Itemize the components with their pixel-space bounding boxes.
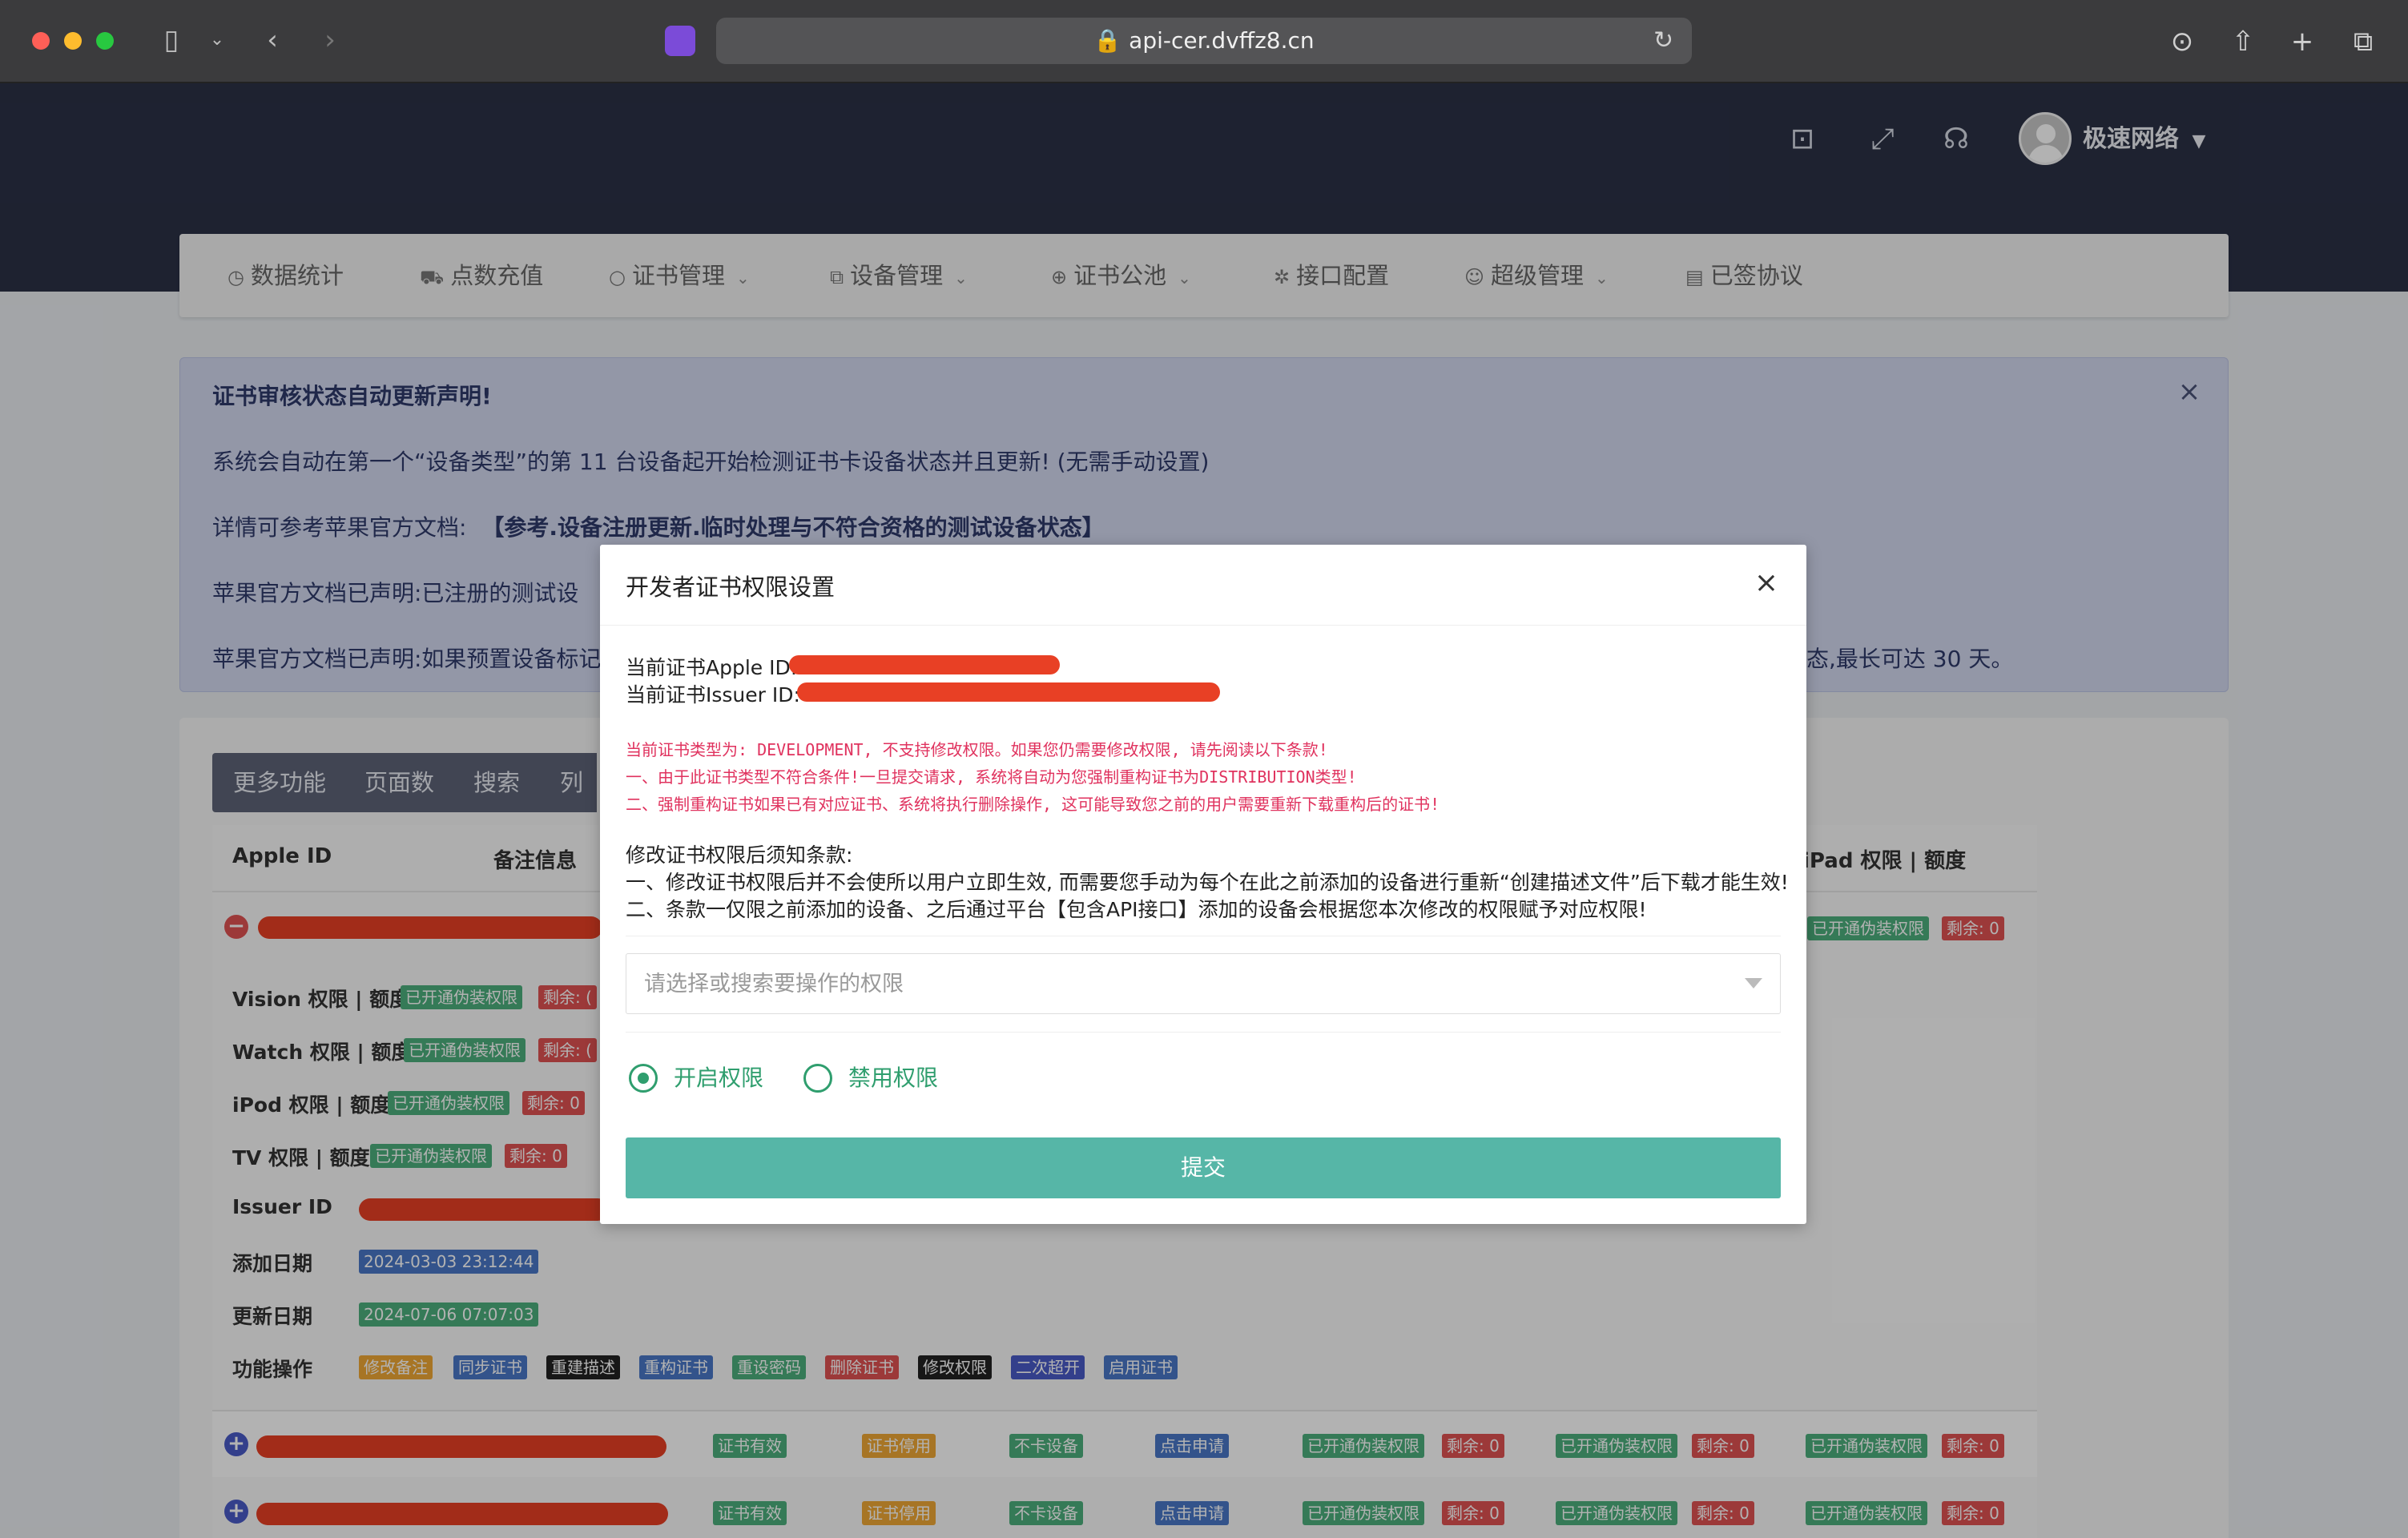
modal-divider — [600, 625, 1806, 626]
notice-title: 修改证书权限后须知条款: — [626, 843, 853, 867]
warning-line: 当前证书类型为: DEVELOPMENT, 不支持修改权限。如果您仍需要修改权限… — [626, 740, 1328, 759]
permission-modal: 开发者证书权限设置 × 当前证书Apple ID: 当前证书Issuer ID:… — [600, 545, 1806, 1224]
sidebar-toggle-icon[interactable]: ▯ — [154, 24, 189, 59]
zoom-window-button[interactable] — [96, 32, 114, 50]
share-icon[interactable]: ⇧ — [2224, 22, 2262, 61]
radio-enable[interactable] — [629, 1064, 658, 1093]
caret-down-icon — [1745, 978, 1762, 988]
chevron-down-icon[interactable]: ⌄ — [205, 24, 229, 59]
browser-toolbar: ▯ ⌄ ‹ › 🔒 api-cer.dvffz8.cn ↻ ⊙ ⇧ + ⧉ — [0, 0, 2408, 83]
submit-button[interactable]: 提交 — [626, 1137, 1781, 1198]
permission-select[interactable]: 请选择或搜索要操作的权限 — [626, 953, 1781, 1014]
modal-title: 开发者证书权限设置 — [626, 574, 836, 601]
url-text: api-cer.dvffz8.cn — [1129, 27, 1315, 54]
select-placeholder: 请选择或搜索要操作的权限 — [644, 972, 904, 996]
new-tab-icon[interactable]: + — [2283, 22, 2321, 61]
reload-icon[interactable]: ↻ — [1653, 21, 1685, 61]
close-icon[interactable]: × — [1750, 567, 1782, 599]
redacted-apple-id — [789, 655, 1060, 674]
extension-icon[interactable] — [665, 26, 695, 56]
forward-icon[interactable]: › — [314, 24, 346, 59]
address-bar[interactable]: 🔒 api-cer.dvffz8.cn — [716, 18, 1692, 64]
close-window-button[interactable] — [32, 32, 50, 50]
radio-disable[interactable] — [803, 1064, 832, 1093]
notice-line: 一、修改证书权限后并不会使所以用户立即生效, 而需要您手动为每个在此之前添加的设… — [626, 871, 1789, 894]
warning-line: 一、由于此证书类型不符合条件!一旦提交请求, 系统将自动为您强制重构证书为DIS… — [626, 767, 1357, 787]
tab-overview-icon[interactable]: ⧉ — [2344, 22, 2382, 61]
redacted-issuer-id — [797, 682, 1220, 702]
minimize-window-button[interactable] — [64, 32, 82, 50]
notice-line: 二、条款一仅限之前添加的设备、之后通过平台【包含API接口】添加的设备会根据您本… — [626, 898, 1647, 921]
radio-disable-label[interactable]: 禁用权限 — [848, 1062, 938, 1094]
warning-line: 二、强制重构证书如果已有对应证书、系统将执行删除操作, 这可能导致您之前的用户需… — [626, 795, 1440, 814]
divider — [626, 1032, 1781, 1033]
radio-enable-label[interactable]: 开启权限 — [674, 1062, 763, 1094]
apple-id-label: 当前证书Apple ID: — [626, 656, 798, 679]
download-icon[interactable]: ⊙ — [2163, 22, 2201, 61]
issuer-id-label: 当前证书Issuer ID: — [626, 683, 800, 707]
back-icon[interactable]: ‹ — [256, 24, 288, 59]
lock-icon: 🔒 — [1093, 27, 1122, 54]
